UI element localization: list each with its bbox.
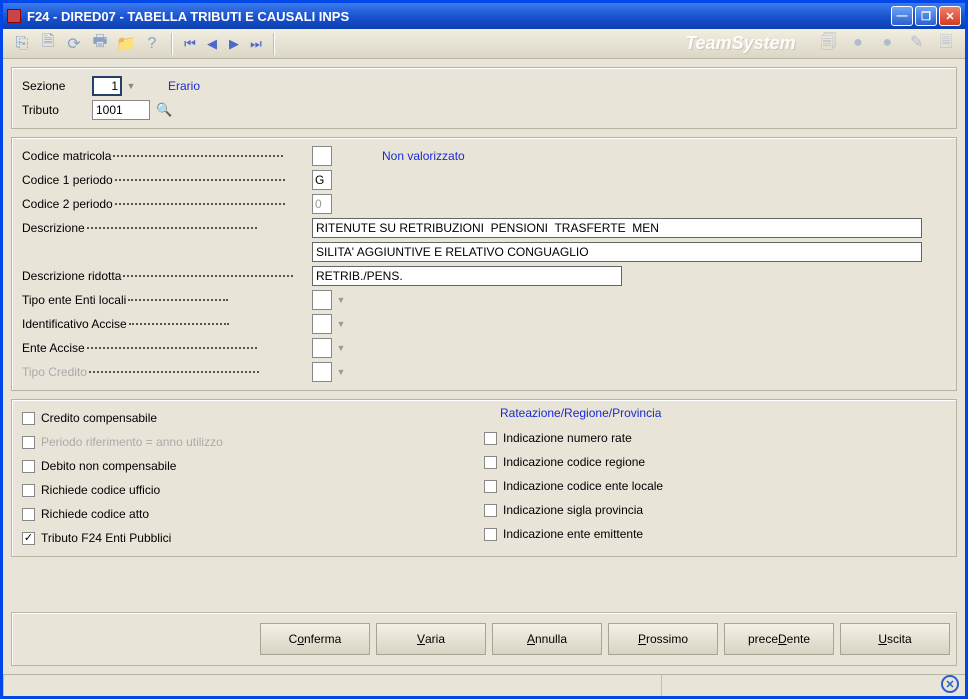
help-icon[interactable]: ? xyxy=(142,34,162,54)
codice-matricola-input[interactable] xyxy=(312,146,332,166)
search-icon[interactable]: 🔍 xyxy=(156,102,172,118)
debito-non-compensabile-label: Debito non compensabile xyxy=(41,459,176,473)
chevron-down-icon[interactable]: ▼ xyxy=(334,291,348,309)
conferma-button[interactable]: Conferma xyxy=(260,623,370,655)
prev-record-icon[interactable]: ◀ xyxy=(204,34,220,54)
tipo-ente-input[interactable] xyxy=(312,290,332,310)
tipo-credito-input xyxy=(312,362,332,382)
debito-non-compensabile-checkbox[interactable] xyxy=(22,460,35,473)
indicazione-codice-regione-checkbox[interactable] xyxy=(484,456,497,469)
chevron-down-icon[interactable]: ▼ xyxy=(334,315,348,333)
status-cell xyxy=(3,675,661,696)
indicazione-ente-emittente-label: Indicazione ente emittente xyxy=(503,527,643,541)
sezione-input[interactable]: 1 xyxy=(92,76,122,96)
sezione-label: Sezione xyxy=(22,79,92,93)
extra-icon-5[interactable]: 🗏 xyxy=(936,35,956,55)
options-panel: Credito compensabile Periodo riferimento… xyxy=(11,399,957,557)
refresh-icon[interactable]: ⟳ xyxy=(64,34,84,54)
last-record-icon[interactable]: ⏭ xyxy=(248,34,264,54)
tributo-f24-label: Tributo F24 Enti Pubblici xyxy=(41,531,171,545)
folder-icon[interactable]: 📁 xyxy=(116,34,136,54)
toolbar-separator xyxy=(171,33,173,55)
descrizione-input-1[interactable] xyxy=(312,218,922,238)
statusbar: ✕ xyxy=(3,674,965,696)
chevron-down-icon[interactable]: ▼ xyxy=(334,339,348,357)
indicazione-sigla-provincia-checkbox[interactable] xyxy=(484,504,497,517)
codice-2-input[interactable]: 0 xyxy=(312,194,332,214)
descrizione-ridotta-input[interactable] xyxy=(312,266,622,286)
descrizione-input-2[interactable] xyxy=(312,242,922,262)
non-valorizzato-label: Non valorizzato xyxy=(382,149,465,163)
id-accise-input[interactable] xyxy=(312,314,332,334)
varia-button[interactable]: Varia xyxy=(376,623,486,655)
close-button[interactable]: ✕ xyxy=(939,6,961,26)
tributo-label: Tributo xyxy=(22,103,92,117)
header-panel: Sezione 1 ▼ Erario Tributo 🔍 xyxy=(11,67,957,129)
minimize-button[interactable]: — xyxy=(891,6,913,26)
richiede-codice-atto-checkbox[interactable] xyxy=(22,508,35,521)
export-icon[interactable]: ⎘ xyxy=(12,34,32,54)
sezione-desc: Erario xyxy=(168,79,200,93)
toolbar: ⎘ 🗎 ⟳ 🖶 📁 ? ⏮ ◀ ▶ ⏭ TeamSystem 🗐 ● ● ✎ 🗏 xyxy=(3,29,965,59)
credito-compensabile-checkbox[interactable] xyxy=(22,412,35,425)
print-icon[interactable]: 🖶 xyxy=(90,34,110,54)
codice-matricola-label: Codice matricola xyxy=(22,149,312,163)
fields-panel: Codice matricola Non valorizzato Codice … xyxy=(11,137,957,391)
descrizione-ridotta-label: Descrizione ridotta xyxy=(22,269,312,283)
id-accise-label: Identificativo Accise xyxy=(22,317,312,331)
tipo-ente-label: Tipo ente Enti locali xyxy=(22,293,312,307)
extra-icon-2[interactable]: ● xyxy=(848,33,868,53)
richiede-codice-atto-label: Richiede codice atto xyxy=(41,507,149,521)
indicazione-ente-emittente-checkbox[interactable] xyxy=(484,528,497,541)
codice-1-label: Codice 1 periodo xyxy=(22,173,312,187)
document-icon[interactable]: 🗎 xyxy=(38,34,58,54)
codice-1-input[interactable]: G xyxy=(312,170,332,190)
richiede-codice-ufficio-label: Richiede codice ufficio xyxy=(41,483,160,497)
ente-accise-label: Ente Accise xyxy=(22,341,312,355)
extra-icon-4[interactable]: ✎ xyxy=(907,32,927,52)
chevron-down-icon: ▼ xyxy=(334,363,348,381)
brand-logo: TeamSystem xyxy=(685,33,795,54)
footer-panel: Conferma Varia Annulla Prossimo preceDen… xyxy=(11,612,957,666)
periodo-riferimento-label: Periodo riferimento = anno utilizzo xyxy=(41,435,223,449)
indicazione-numero-rate-label: Indicazione numero rate xyxy=(503,431,632,445)
extra-icon-3[interactable]: ● xyxy=(877,33,897,53)
periodo-riferimento-checkbox xyxy=(22,436,35,449)
first-record-icon[interactable]: ⏮ xyxy=(182,34,198,54)
tributo-f24-checkbox[interactable] xyxy=(22,532,35,545)
uscita-button[interactable]: Uscita xyxy=(840,623,950,655)
codice-2-label: Codice 2 periodo xyxy=(22,197,312,211)
indicazione-codice-regione-label: Indicazione codice regione xyxy=(503,455,645,469)
chevron-down-icon[interactable]: ▼ xyxy=(124,77,138,95)
precedente-button[interactable]: preceDente xyxy=(724,623,834,655)
maximize-button[interactable]: ❐ xyxy=(915,6,937,26)
toolbar-separator xyxy=(273,33,275,55)
app-icon xyxy=(7,9,21,23)
indicazione-sigla-provincia-label: Indicazione sigla provincia xyxy=(503,503,643,517)
indicazione-numero-rate-checkbox[interactable] xyxy=(484,432,497,445)
titlebar: F24 - DIRED07 - TABELLA TRIBUTI E CAUSAL… xyxy=(3,3,965,29)
ente-accise-input[interactable] xyxy=(312,338,332,358)
status-close-icon[interactable]: ✕ xyxy=(941,675,959,693)
descrizione-label: Descrizione xyxy=(22,221,312,235)
annulla-button[interactable]: Annulla xyxy=(492,623,602,655)
credito-compensabile-label: Credito compensabile xyxy=(41,411,157,425)
rateazione-title: Rateazione/Regione/Provincia xyxy=(500,406,946,420)
richiede-codice-ufficio-checkbox[interactable] xyxy=(22,484,35,497)
indicazione-codice-ente-locale-label: Indicazione codice ente locale xyxy=(503,479,663,493)
status-cell: ✕ xyxy=(661,675,965,696)
prossimo-button[interactable]: Prossimo xyxy=(608,623,718,655)
tributo-input[interactable] xyxy=(92,100,150,120)
window-title: F24 - DIRED07 - TABELLA TRIBUTI E CAUSAL… xyxy=(27,9,891,24)
next-record-icon[interactable]: ▶ xyxy=(226,34,242,54)
tipo-credito-label: Tipo Credito xyxy=(22,365,312,379)
extra-icon-1[interactable]: 🗐 xyxy=(819,35,839,55)
indicazione-codice-ente-locale-checkbox[interactable] xyxy=(484,480,497,493)
